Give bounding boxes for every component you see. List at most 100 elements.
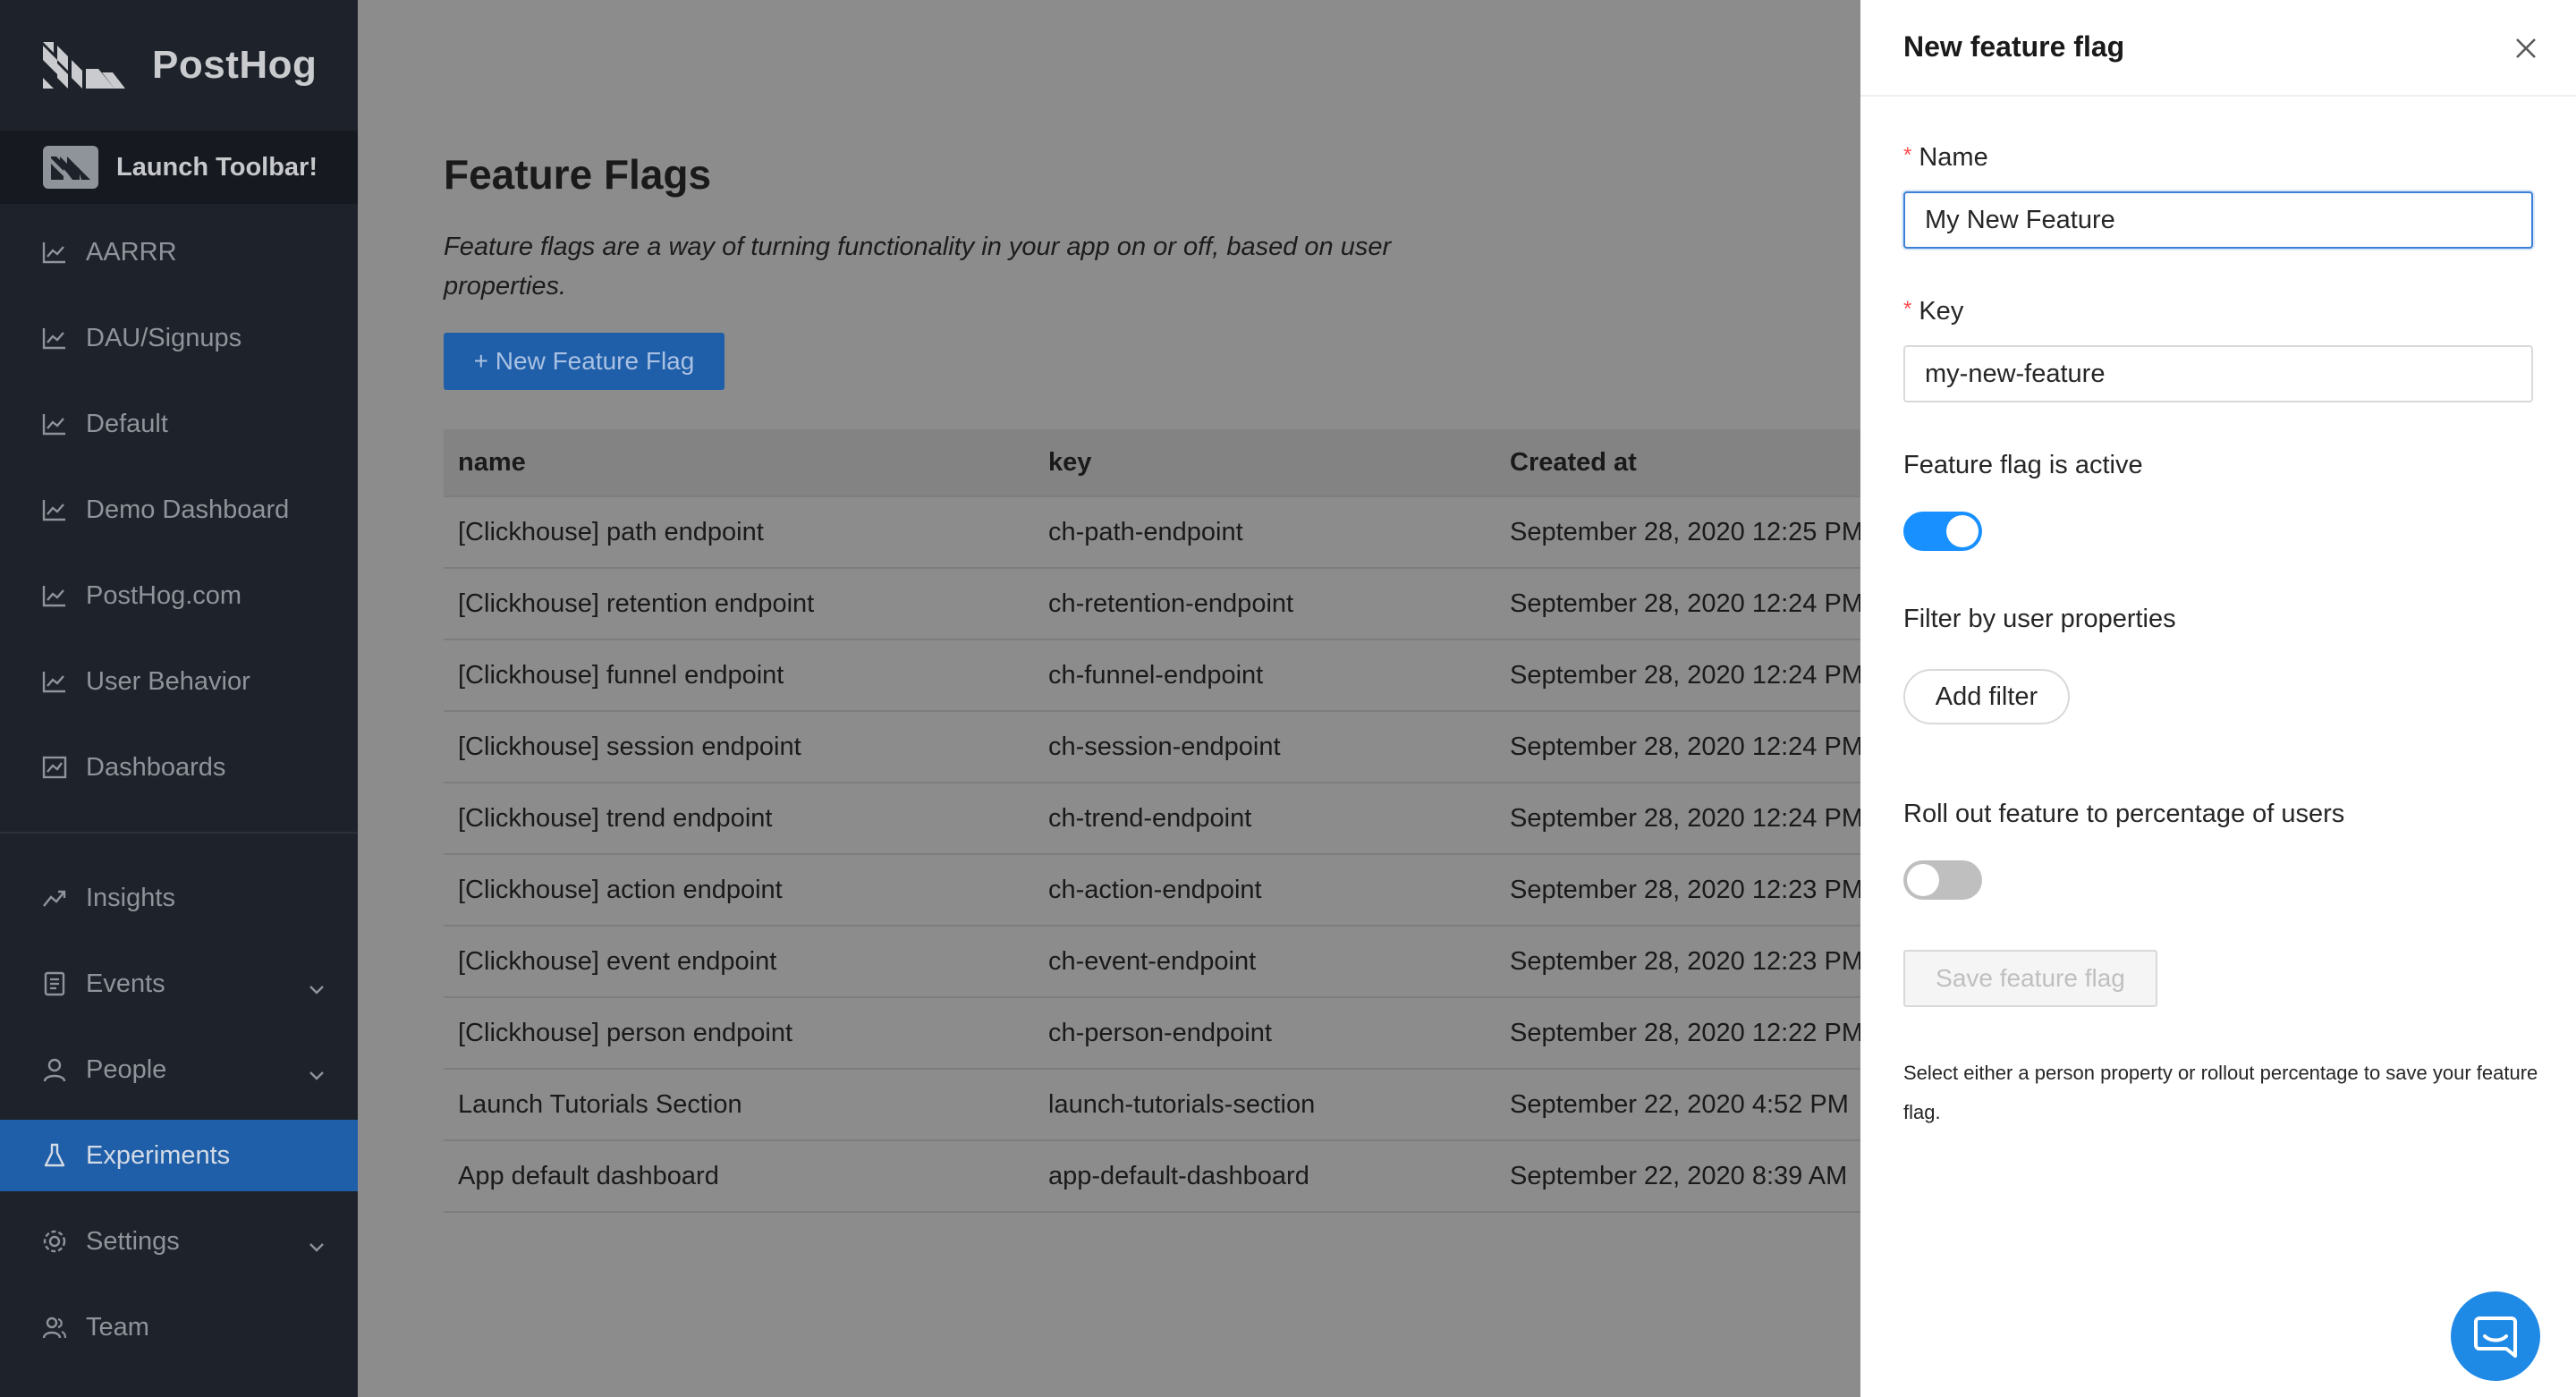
close-icon [2516, 38, 2536, 58]
sidebar-item-experiments[interactable]: Experiments [0, 1120, 358, 1191]
sidebar-item-label: PostHog.com [86, 580, 242, 610]
cell-key: ch-event-endpoint [1048, 946, 1257, 976]
table-row[interactable]: [Clickhouse] retention endpoint ch-reten… [444, 569, 1863, 640]
key-label: * Key [1903, 297, 1963, 326]
sidebar-item-team[interactable]: Team [0, 1291, 358, 1363]
dashboard-icon [41, 754, 68, 781]
table-row[interactable]: Launch Tutorials Section launch-tutorial… [444, 1070, 1860, 1141]
rise-icon [41, 885, 68, 911]
flask-icon [41, 1142, 68, 1169]
key-input[interactable] [1903, 345, 2533, 402]
cell-name: App default dashboard [458, 1161, 719, 1190]
cell-name: [Clickhouse] event endpoint [458, 946, 777, 976]
active-label: Feature flag is active [1903, 451, 2143, 479]
sidebar-item-label: Events [86, 969, 165, 998]
cell-name: [Clickhouse] session endpoint [458, 732, 801, 761]
cell-created-at: September 28, 2020 12:23 PM [1510, 875, 1863, 904]
brand[interactable]: PostHog [0, 0, 358, 131]
page-title: Feature Flags [444, 151, 712, 198]
sidebar-divider [0, 832, 358, 834]
feature-flags-table: name key Created at [Clickhouse] path en… [444, 429, 1863, 1213]
cell-key: ch-action-endpoint [1048, 875, 1262, 904]
cell-created-at: September 28, 2020 12:24 PM [1510, 588, 1863, 618]
rollout-label: Roll out feature to percentage of users [1903, 800, 2345, 828]
name-input[interactable] [1903, 191, 2533, 249]
cell-key: ch-funnel-endpoint [1048, 660, 1264, 690]
table-row[interactable]: [Clickhouse] session endpoint ch-session… [444, 712, 1863, 783]
column-header-created-at[interactable]: Created at [1510, 448, 1637, 478]
sidebar-item-people[interactable]: People [0, 1034, 358, 1105]
sidebar-item-label: DAU/Signups [86, 323, 242, 352]
save-feature-flag-button[interactable]: Save feature flag [1903, 950, 2157, 1007]
line-chart-icon [41, 496, 68, 523]
gear-icon [41, 1228, 68, 1255]
table-row[interactable]: [Clickhouse] person endpoint ch-person-e… [444, 998, 1863, 1070]
sidebar-item-events[interactable]: Events [0, 948, 358, 1020]
chat-icon [2474, 1317, 2517, 1358]
toolbar-label: Launch Toolbar! [116, 152, 318, 182]
table-header: name key Created at [444, 429, 1860, 497]
cell-key: launch-tutorials-section [1048, 1089, 1316, 1119]
chat-support-button[interactable] [2451, 1291, 2540, 1381]
cell-key: app-default-dashboard [1048, 1161, 1309, 1190]
chevron-down-icon [308, 973, 326, 1003]
rollout-toggle[interactable] [1903, 860, 1982, 900]
cell-key: ch-path-endpoint [1048, 517, 1243, 546]
toolbar-logo-icon [43, 146, 98, 189]
add-filter-button[interactable]: Add filter [1903, 669, 2070, 724]
sidebar-item-label: Experiments [86, 1140, 231, 1170]
line-chart-icon [41, 325, 68, 351]
drawer-title: New feature flag [1903, 30, 2125, 63]
line-chart-icon [41, 411, 68, 437]
cell-key: ch-session-endpoint [1048, 732, 1281, 761]
cell-created-at: September 28, 2020 12:25 PM [1510, 517, 1863, 546]
sidebar-item-label: User Behavior [86, 666, 250, 696]
active-toggle[interactable] [1903, 512, 1982, 551]
cell-key: ch-retention-endpoint [1048, 588, 1294, 618]
chevron-down-icon [308, 1059, 326, 1088]
cell-created-at: September 22, 2020 8:39 AM [1510, 1161, 1848, 1190]
cell-name: [Clickhouse] action endpoint [458, 875, 783, 904]
table-row[interactable]: App default dashboard app-default-dashbo… [444, 1141, 1860, 1213]
new-feature-flag-button[interactable]: + New Feature Flag [444, 333, 724, 390]
table-row[interactable]: [Clickhouse] funnel endpoint ch-funnel-e… [444, 640, 1863, 712]
chevron-down-icon [308, 1231, 326, 1260]
cell-key: ch-person-endpoint [1048, 1018, 1272, 1047]
events-icon [41, 970, 68, 997]
sidebar-item-dau-signups[interactable]: DAU/Signups [0, 302, 358, 374]
cell-name: [Clickhouse] path endpoint [458, 517, 764, 546]
save-hint: Select either a person property or rollo… [1903, 1062, 2538, 1123]
sidebar-item-default[interactable]: Default [0, 388, 358, 460]
required-asterisk: * [1903, 143, 1912, 167]
sidebar-item-label: Settings [86, 1226, 180, 1256]
sidebar-item-demo-dashboard[interactable]: Demo Dashboard [0, 474, 358, 546]
toggle-knob [1907, 864, 1939, 896]
column-header-key[interactable]: key [1048, 448, 1091, 478]
cell-created-at: September 28, 2020 12:23 PM [1510, 946, 1863, 976]
sidebar-item-label: Default [86, 409, 168, 438]
posthog-logo-icon [43, 42, 125, 89]
line-chart-icon [41, 239, 68, 266]
cell-created-at: September 28, 2020 12:24 PM [1510, 660, 1863, 690]
key-label-text: Key [1919, 297, 1964, 326]
sidebar-item-posthog-com[interactable]: PostHog.com [0, 560, 358, 631]
close-drawer-button[interactable] [2510, 32, 2542, 64]
cell-created-at: September 22, 2020 4:52 PM [1510, 1089, 1849, 1119]
sidebar-item-label: Insights [86, 883, 175, 912]
launch-toolbar-button[interactable]: Launch Toolbar! [0, 131, 358, 204]
sidebar-item-aarrr[interactable]: AARRR [0, 216, 358, 288]
cell-name: [Clickhouse] funnel endpoint [458, 660, 784, 690]
table-row[interactable]: [Clickhouse] event endpoint ch-event-end… [444, 927, 1863, 998]
sidebar-item-dashboards[interactable]: Dashboards [0, 732, 358, 803]
column-header-name[interactable]: name [458, 448, 526, 478]
cell-name: [Clickhouse] retention endpoint [458, 588, 815, 618]
sidebar-item-label: Dashboards [86, 752, 226, 782]
cell-name: [Clickhouse] person endpoint [458, 1018, 793, 1047]
sidebar-item-settings[interactable]: Settings [0, 1206, 358, 1277]
table-row[interactable]: [Clickhouse] trend endpoint ch-trend-end… [444, 783, 1863, 855]
sidebar-item-user-behavior[interactable]: User Behavior [0, 646, 358, 717]
table-row[interactable]: [Clickhouse] action endpoint ch-action-e… [444, 855, 1863, 927]
table-row[interactable]: [Clickhouse] path endpoint ch-path-endpo… [444, 497, 1863, 569]
sidebar: PostHog Launch Toolbar! AARRR DAU/Signup… [0, 0, 358, 1397]
sidebar-item-insights[interactable]: Insights [0, 862, 358, 934]
